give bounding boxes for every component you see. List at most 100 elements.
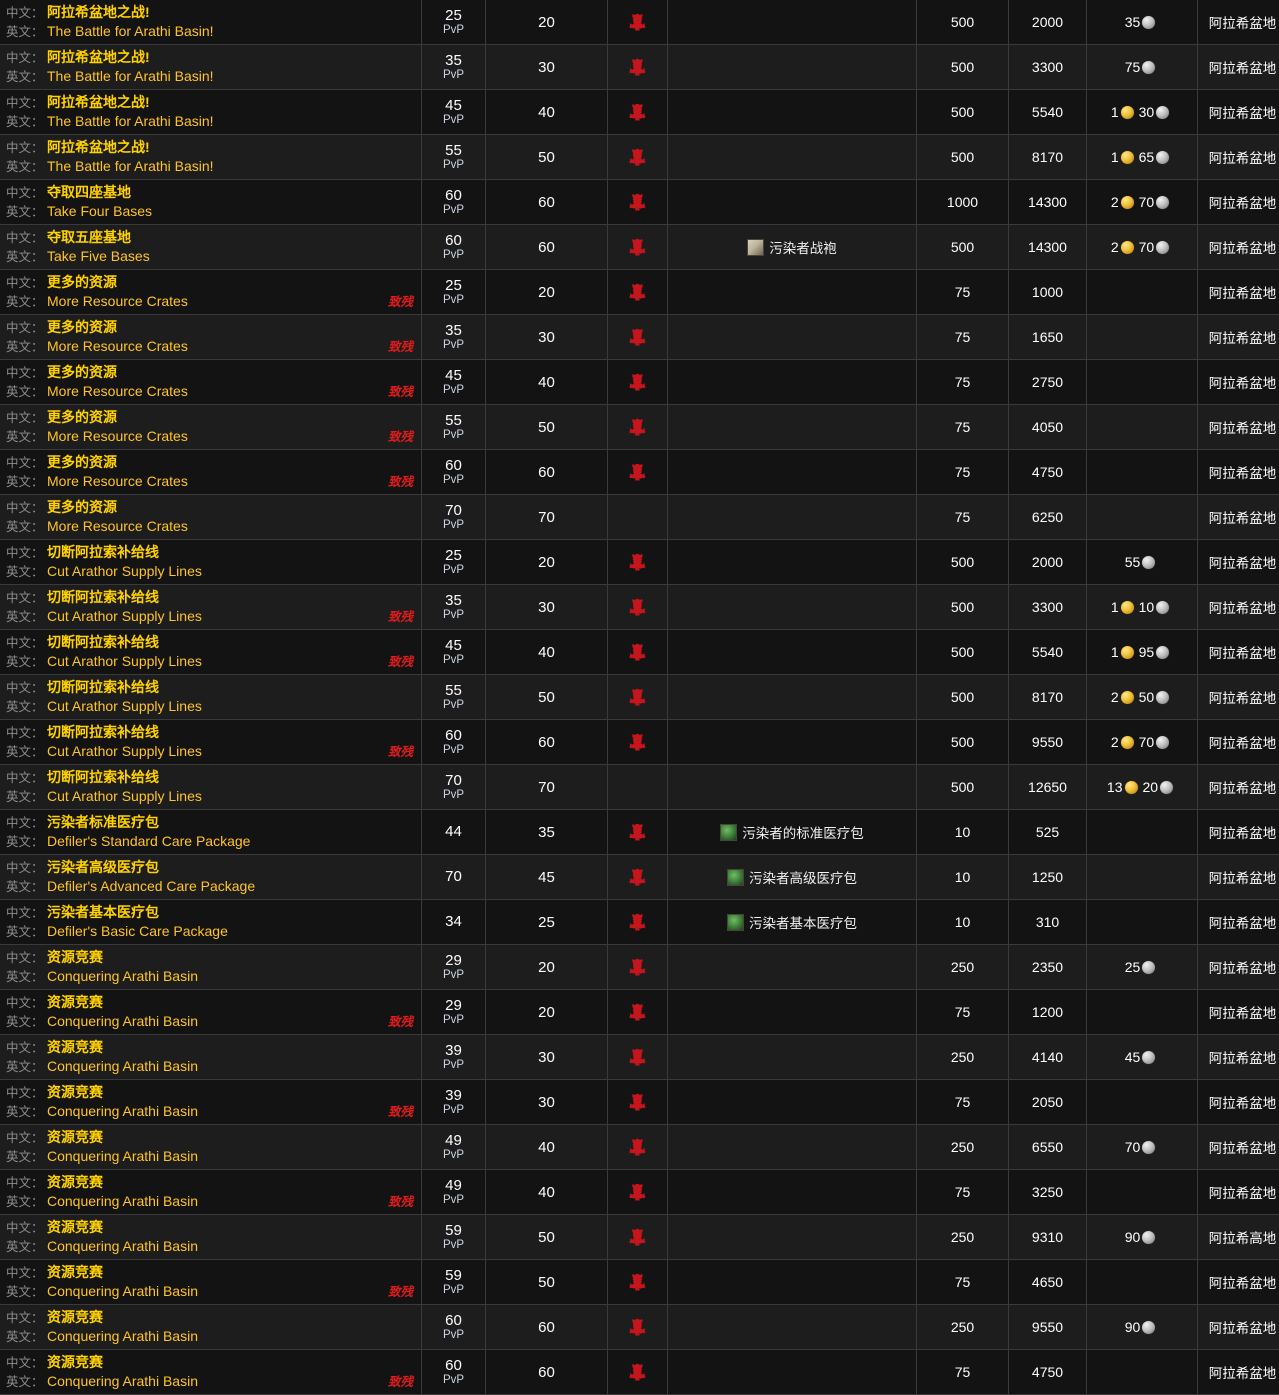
quest-name-cn[interactable]: 更多的资源 <box>47 274 117 290</box>
quest-name-cn[interactable]: 夺取四座基地 <box>47 184 131 200</box>
quest-name-en[interactable]: Conquering Arathi Basin <box>47 1103 198 1119</box>
table-row[interactable]: 中文：切断阿拉索补给线英文：Cut Arathor Supply Lines致残… <box>0 585 1279 630</box>
table-row[interactable]: 中文：资源竞赛英文：Conquering Arathi Basin致残59PvP… <box>0 1260 1279 1305</box>
quest-name-en[interactable]: More Resource Crates <box>47 293 188 309</box>
quest-name-cn[interactable]: 资源竞赛 <box>47 1129 103 1145</box>
quest-name-en[interactable]: The Battle for Arathi Basin! <box>47 23 214 39</box>
zone-name[interactable]: 阿拉希盆地 <box>1209 781 1277 796</box>
table-row[interactable]: 中文：切断阿拉索补给线英文：Cut Arathor Supply Lines55… <box>0 675 1279 720</box>
quest-name-en[interactable]: Defiler's Standard Care Package <box>47 833 250 849</box>
quest-name-cn[interactable]: 切断阿拉索补给线 <box>47 769 159 785</box>
zone-name[interactable]: 阿拉希盆地 <box>1209 601 1277 616</box>
quest-name-en[interactable]: More Resource Crates <box>47 428 188 444</box>
quest-name-en[interactable]: The Battle for Arathi Basin! <box>47 68 214 84</box>
table-row[interactable]: 中文：更多的资源英文：More Resource Crates致残35PvP30… <box>0 315 1279 360</box>
quest-name-en[interactable]: The Battle for Arathi Basin! <box>47 158 214 174</box>
quest-name-en[interactable]: Defiler's Advanced Care Package <box>47 878 255 894</box>
table-row[interactable]: 中文：更多的资源英文：More Resource Crates致残25PvP20… <box>0 270 1279 315</box>
table-row[interactable]: 中文：阿拉希盆地之战!英文：The Battle for Arathi Basi… <box>0 90 1279 135</box>
quest-name-en[interactable]: More Resource Crates <box>47 473 188 489</box>
zone-name[interactable]: 阿拉希盆地 <box>1209 871 1277 886</box>
quest-name-cn[interactable]: 阿拉希盆地之战! <box>47 4 150 20</box>
quest-name-cn[interactable]: 更多的资源 <box>47 454 117 470</box>
table-row[interactable]: 中文：阿拉希盆地之战!英文：The Battle for Arathi Basi… <box>0 45 1279 90</box>
quest-name-en[interactable]: Cut Arathor Supply Lines <box>47 788 202 804</box>
quest-name-en[interactable]: Conquering Arathi Basin <box>47 1328 198 1344</box>
zone-name[interactable]: 阿拉希盆地 <box>1209 1096 1277 1111</box>
zone-name[interactable]: 阿拉希盆地 <box>1209 331 1277 346</box>
quest-name-cn[interactable]: 更多的资源 <box>47 409 117 425</box>
quest-name-cn[interactable]: 更多的资源 <box>47 499 117 515</box>
quest-name-cn[interactable]: 阿拉希盆地之战! <box>47 94 150 110</box>
zone-name[interactable]: 阿拉希盆地 <box>1209 961 1277 976</box>
quest-name-cn[interactable]: 切断阿拉索补给线 <box>47 724 159 740</box>
zone-name[interactable]: 阿拉希盆地 <box>1209 16 1277 31</box>
quest-name-cn[interactable]: 资源竞赛 <box>47 1174 103 1190</box>
quest-name-en[interactable]: More Resource Crates <box>47 518 188 534</box>
quest-name-en[interactable]: Defiler's Basic Care Package <box>47 923 228 939</box>
quest-name-en[interactable]: Conquering Arathi Basin <box>47 1283 198 1299</box>
zone-name[interactable]: 阿拉希盆地 <box>1209 106 1277 121</box>
reward-item[interactable]: 污染者战袍 <box>668 237 916 257</box>
zone-name[interactable]: 阿拉希盆地 <box>1209 466 1277 481</box>
quest-name-cn[interactable]: 资源竞赛 <box>47 1039 103 1055</box>
quest-name-cn[interactable]: 资源竞赛 <box>47 994 103 1010</box>
table-row[interactable]: 中文：资源竞赛英文：Conquering Arathi Basin59PvP50… <box>0 1215 1279 1260</box>
zone-name[interactable]: 阿拉希盆地 <box>1209 376 1277 391</box>
table-row[interactable]: 中文：更多的资源英文：More Resource Crates70PvP7075… <box>0 495 1279 540</box>
reward-item[interactable]: 污染者的标准医疗包 <box>668 822 916 842</box>
quest-name-en[interactable]: Conquering Arathi Basin <box>47 1148 198 1164</box>
quest-name-cn[interactable]: 资源竞赛 <box>47 1264 103 1280</box>
table-row[interactable]: 中文：污染者基本医疗包英文：Defiler's Basic Care Packa… <box>0 900 1279 945</box>
quest-name-cn[interactable]: 阿拉希盆地之战! <box>47 49 150 65</box>
quest-name-cn[interactable]: 资源竞赛 <box>47 1309 103 1325</box>
table-row[interactable]: 中文：资源竞赛英文：Conquering Arathi Basin致残60PvP… <box>0 1350 1279 1395</box>
zone-name[interactable]: 阿拉希盆地 <box>1209 1366 1277 1381</box>
zone-name[interactable]: 阿拉希盆地 <box>1209 1321 1277 1336</box>
table-row[interactable]: 中文：夺取四座基地英文：Take Four Bases60PvP60100014… <box>0 180 1279 225</box>
quest-name-cn[interactable]: 更多的资源 <box>47 364 117 380</box>
table-row[interactable]: 中文：夺取五座基地英文：Take Five Bases60PvP60污染者战袍5… <box>0 225 1279 270</box>
quest-name-en[interactable]: More Resource Crates <box>47 383 188 399</box>
quest-name-en[interactable]: Conquering Arathi Basin <box>47 1373 198 1389</box>
quest-name-cn[interactable]: 资源竞赛 <box>47 949 103 965</box>
quest-name-en[interactable]: Conquering Arathi Basin <box>47 1238 198 1254</box>
quest-name-en[interactable]: Take Four Bases <box>47 203 152 219</box>
reward-item-name[interactable]: 污染者高级医疗包 <box>749 867 857 887</box>
quest-name-cn[interactable]: 更多的资源 <box>47 319 117 335</box>
zone-name[interactable]: 阿拉希盆地 <box>1209 1276 1277 1291</box>
quest-name-cn[interactable]: 切断阿拉索补给线 <box>47 679 159 695</box>
reward-item-name[interactable]: 污染者的标准医疗包 <box>742 822 864 842</box>
quest-name-cn[interactable]: 夺取五座基地 <box>47 229 131 245</box>
zone-name[interactable]: 阿拉希盆地 <box>1209 421 1277 436</box>
table-row[interactable]: 中文：切断阿拉索补给线英文：Cut Arathor Supply Lines25… <box>0 540 1279 585</box>
zone-name[interactable]: 阿拉希盆地 <box>1209 196 1277 211</box>
table-row[interactable]: 中文：资源竞赛英文：Conquering Arathi Basin29PvP20… <box>0 945 1279 990</box>
zone-name[interactable]: 阿拉希盆地 <box>1209 736 1277 751</box>
table-row[interactable]: 中文：资源竞赛英文：Conquering Arathi Basin致残49PvP… <box>0 1170 1279 1215</box>
zone-name[interactable]: 阿拉希盆地 <box>1209 1051 1277 1066</box>
zone-name[interactable]: 阿拉希盆地 <box>1209 1186 1277 1201</box>
zone-name[interactable]: 阿拉希盆地 <box>1209 511 1277 526</box>
zone-name[interactable]: 阿拉希盆地 <box>1209 241 1277 256</box>
zone-name[interactable]: 阿拉希盆地 <box>1209 1006 1277 1021</box>
table-row[interactable]: 中文：资源竞赛英文：Conquering Arathi Basin49PvP40… <box>0 1125 1279 1170</box>
table-row[interactable]: 中文：切断阿拉索补给线英文：Cut Arathor Supply Lines致残… <box>0 720 1279 765</box>
table-row[interactable]: 中文：阿拉希盆地之战!英文：The Battle for Arathi Basi… <box>0 135 1279 180</box>
quest-name-en[interactable]: Cut Arathor Supply Lines <box>47 743 202 759</box>
quest-name-cn[interactable]: 资源竞赛 <box>47 1219 103 1235</box>
table-row[interactable]: 中文：资源竞赛英文：Conquering Arathi Basin致残39PvP… <box>0 1080 1279 1125</box>
table-row[interactable]: 中文：资源竞赛英文：Conquering Arathi Basin60PvP60… <box>0 1305 1279 1350</box>
table-row[interactable]: 中文：切断阿拉索补给线英文：Cut Arathor Supply Lines致残… <box>0 630 1279 675</box>
quest-name-cn[interactable]: 资源竞赛 <box>47 1354 103 1370</box>
quest-name-cn[interactable]: 污染者标准医疗包 <box>47 814 159 830</box>
table-row[interactable]: 中文：更多的资源英文：More Resource Crates致残45PvP40… <box>0 360 1279 405</box>
quest-name-en[interactable]: The Battle for Arathi Basin! <box>47 113 214 129</box>
zone-name[interactable]: 阿拉希盆地 <box>1209 691 1277 706</box>
quest-name-en[interactable]: Conquering Arathi Basin <box>47 1193 198 1209</box>
zone-name[interactable]: 阿拉希盆地 <box>1209 286 1277 301</box>
quest-name-cn[interactable]: 污染者基本医疗包 <box>47 904 159 920</box>
zone-name[interactable]: 阿拉希盆地 <box>1209 151 1277 166</box>
zone-name[interactable]: 阿拉希盆地 <box>1209 556 1277 571</box>
quest-name-cn[interactable]: 切断阿拉索补给线 <box>47 544 159 560</box>
